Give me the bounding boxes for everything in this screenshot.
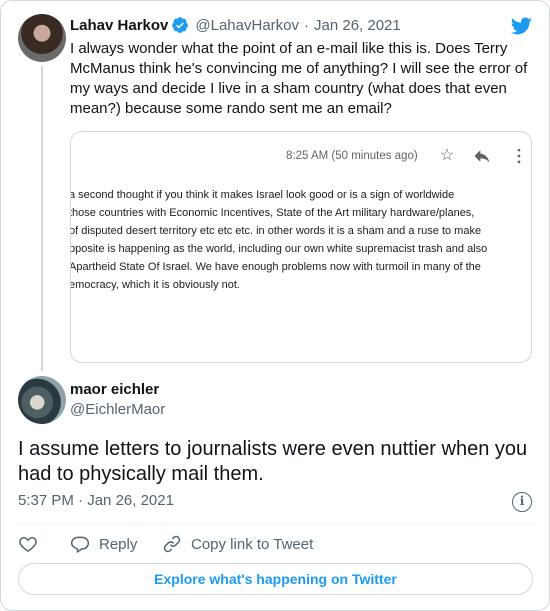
email-line: those countries with Economic Incentives… <box>70 207 475 219</box>
reply-tweet-header: maor eichler @EichlerMaor <box>70 381 165 418</box>
email-line: a second thought if you think it makes I… <box>70 189 455 201</box>
twitter-bird-icon[interactable] <box>509 15 533 37</box>
star-icon: ☆ <box>439 147 455 164</box>
separator-dot: · <box>304 16 309 34</box>
author-name[interactable]: maor eichler <box>70 381 165 398</box>
quoted-tweet-text: I always wonder what the point of an e-m… <box>70 40 528 117</box>
tweet-timestamp[interactable]: 5:37 PM · Jan 26, 2021 <box>18 492 174 509</box>
more-vertical-icon <box>509 146 529 166</box>
reply-label: Reply <box>99 535 138 553</box>
reply-icon <box>472 146 492 166</box>
email-screenshot-image[interactable]: 8:25 AM (50 minutes ago) ☆ a second thou… <box>70 131 532 363</box>
action-bar: Reply Copy link to Tweet <box>18 532 313 556</box>
tweet-embed-card: Lahav Harkov @LahavHarkov · Jan 26, 2021… <box>0 0 550 611</box>
author-handle[interactable]: @LahavHarkov <box>195 17 299 34</box>
verified-badge-icon <box>172 17 189 33</box>
avatar[interactable] <box>18 376 66 424</box>
email-line: Apartheid State Of Israel. We have enoug… <box>70 261 481 273</box>
tweet-time[interactable]: 5:37 PM <box>18 492 74 509</box>
info-icon[interactable]: i <box>512 492 532 512</box>
heart-icon <box>19 536 37 552</box>
thread-line <box>41 66 43 371</box>
separator-dot: · <box>78 492 84 509</box>
email-timestamp: 8:25 AM (50 minutes ago) <box>286 150 418 162</box>
copy-link-button[interactable]: Copy link to Tweet <box>162 534 313 554</box>
email-line: of disputed desert territory etc etc etc… <box>70 225 482 237</box>
tweet-date[interactable]: Jan 26, 2021 <box>87 492 174 509</box>
reply-tweet-text: I assume letters to journalists were eve… <box>18 438 528 485</box>
explore-button[interactable]: Explore what's happening on Twitter <box>18 563 533 595</box>
email-line: pposite is happening as the world, inclu… <box>70 243 488 255</box>
link-icon <box>163 535 181 553</box>
email-line: emocracy, which it is obviously not. <box>70 279 240 291</box>
like-button[interactable] <box>18 534 70 554</box>
author-handle[interactable]: @EichlerMaor <box>70 401 165 418</box>
copy-link-label: Copy link to Tweet <box>191 535 314 553</box>
divider <box>18 523 533 524</box>
comment-icon <box>70 536 90 553</box>
quoted-tweet-header: Lahav Harkov @LahavHarkov · Jan 26, 2021 <box>70 16 401 34</box>
tweet-date[interactable]: Jan 26, 2021 <box>314 17 401 34</box>
reply-button[interactable]: Reply <box>70 534 162 554</box>
email-body: a second thought if you think it makes I… <box>70 186 531 294</box>
avatar[interactable] <box>18 14 66 62</box>
author-name[interactable]: Lahav Harkov <box>70 17 168 34</box>
